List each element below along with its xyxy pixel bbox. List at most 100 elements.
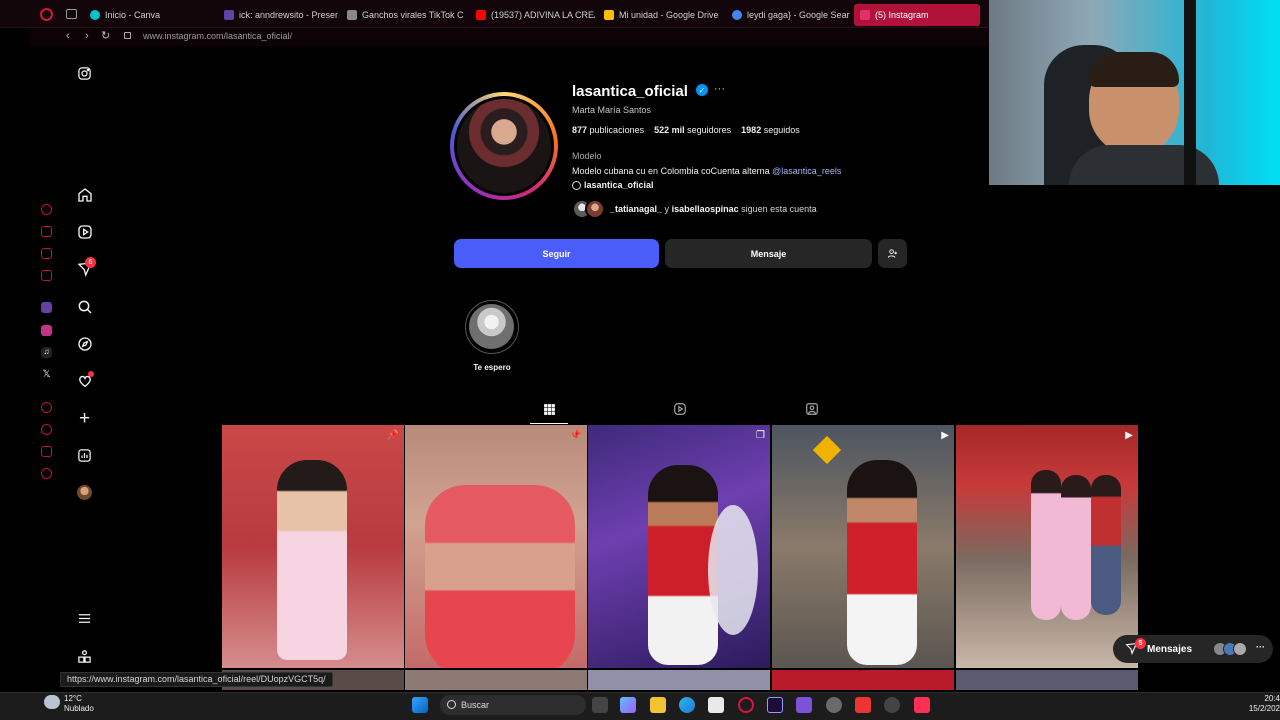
aria-icon[interactable]: [41, 204, 52, 215]
music-icon[interactable]: [41, 270, 52, 281]
tab-canva[interactable]: Inicio - Canva: [84, 4, 214, 26]
app-red-icon[interactable]: [855, 697, 871, 713]
notifications-heart-icon[interactable]: [76, 371, 94, 389]
capcut-icon[interactable]: [914, 697, 930, 713]
post-figure: [1091, 475, 1121, 615]
obs-icon[interactable]: [884, 697, 900, 713]
reel-icon: ▶: [1125, 430, 1133, 441]
dashboard-icon[interactable]: [76, 447, 93, 464]
post-thumbnail[interactable]: ▶: [956, 425, 1138, 668]
post-thumbnail[interactable]: [405, 670, 587, 690]
screen: { "browser": { "tabs": [ {"label": "Inic…: [0, 0, 1280, 720]
weather-icon[interactable]: [44, 695, 60, 709]
app-icon[interactable]: [796, 697, 812, 713]
message-button[interactable]: Mensaje: [665, 239, 872, 268]
create-plus-icon[interactable]: +: [76, 408, 93, 429]
messages-nav-icon[interactable]: 6: [76, 257, 96, 277]
settings-taskbar-icon[interactable]: [826, 697, 842, 713]
tab-twitch-ick[interactable]: ick: anndrewsito - Presen: [218, 4, 338, 26]
store-icon[interactable]: [708, 697, 724, 713]
following-count[interactable]: 1982 seguidos: [741, 125, 800, 135]
windows-start-icon[interactable]: [412, 697, 428, 713]
tab-overview-icon[interactable]: [66, 9, 77, 19]
followed-by[interactable]: _tatianagal_ y isabellaospinac siguen es…: [572, 199, 817, 219]
post-wings: [708, 505, 758, 635]
extensions-icon[interactable]: [41, 446, 52, 457]
reel-icon: ▶: [941, 430, 949, 441]
instagram-logo-icon[interactable]: [76, 65, 93, 82]
premiere-icon[interactable]: [767, 697, 783, 713]
messages-avatars: [1213, 642, 1247, 656]
lock-icon: [124, 32, 131, 39]
more-options-icon[interactable]: ···: [714, 83, 725, 95]
more-apps-icon[interactable]: [76, 648, 93, 665]
profile-bio: Modelo cubana cu en Colombia coCuenta al…: [572, 166, 842, 176]
search-icon: [447, 700, 456, 709]
edge-icon[interactable]: [679, 697, 695, 713]
messenger-icon[interactable]: [41, 248, 52, 259]
url-field[interactable]: www.instagram.com/lasantica_oficial/: [143, 31, 292, 41]
highlight-label: Te espero: [473, 363, 511, 372]
posts-grid-tab[interactable]: [542, 402, 556, 416]
tagged-tab[interactable]: [805, 402, 819, 416]
player-icon[interactable]: [41, 402, 52, 413]
post-thumbnail[interactable]: 📌: [405, 425, 587, 668]
google-icon: [732, 10, 742, 20]
post-thumbnail[interactable]: [588, 670, 770, 690]
tab-instagram[interactable]: (5) Instagram: [854, 4, 980, 26]
twitch-sidebar-icon[interactable]: [41, 302, 52, 313]
pin-icon: 📌: [386, 430, 399, 441]
taskbar-search[interactable]: Buscar: [440, 695, 586, 715]
x-sidebar-icon[interactable]: 𝕏: [41, 369, 52, 380]
messages-badge: 5: [1135, 638, 1146, 649]
tab-youtube[interactable]: (19537) ADIVINA LA CREA: [470, 4, 595, 26]
post-thumbnail[interactable]: ▶: [772, 425, 954, 668]
opera-logo-icon[interactable]: [40, 8, 53, 21]
webcam-person-shirt: [1069, 145, 1219, 185]
instagram-sidebar-icon[interactable]: [41, 325, 52, 336]
profile-picture[interactable]: [450, 92, 558, 200]
threads-link[interactable]: lasantica_oficial: [572, 180, 654, 190]
tiktok-sidebar-icon[interactable]: ♫: [41, 347, 52, 358]
post-thumbnail[interactable]: ❐: [588, 425, 770, 668]
search-icon[interactable]: [76, 298, 93, 315]
posts-count[interactable]: 877 publicaciones: [572, 125, 644, 135]
post-thumbnail[interactable]: [772, 670, 954, 690]
menu-icon[interactable]: [76, 610, 93, 627]
story-highlight[interactable]: [465, 300, 519, 354]
forward-icon[interactable]: ›: [85, 30, 89, 42]
suggested-users-button[interactable]: [878, 239, 907, 268]
reload-icon[interactable]: ↻: [101, 29, 110, 42]
twitch-icon: [224, 10, 234, 20]
home-icon[interactable]: [76, 186, 93, 203]
chatgpt-icon[interactable]: [41, 226, 52, 237]
microphone-arm: [1184, 0, 1196, 185]
profile-avatar[interactable]: [76, 484, 93, 501]
back-icon[interactable]: ‹: [66, 30, 70, 42]
weather-widget[interactable]: 12°C Nublado: [64, 694, 94, 714]
settings-icon[interactable]: [41, 468, 52, 479]
tab-google-search[interactable]: leydi gaga} - Google Sear: [726, 4, 850, 26]
file-explorer-icon[interactable]: [650, 697, 666, 713]
tab-google-drive[interactable]: Mi unidad - Google Drive: [598, 4, 723, 26]
profile-fullname: Marta María Santos: [572, 105, 652, 115]
highlight-cover: [469, 304, 514, 349]
follow-button[interactable]: Seguir: [454, 239, 659, 268]
messages-floating-button[interactable]: 5 Mensajes ···: [1113, 635, 1273, 663]
opera-gx-icon[interactable]: [738, 697, 754, 713]
task-view-icon[interactable]: [592, 697, 608, 713]
system-clock[interactable]: 20:4 15/2/202: [1249, 694, 1280, 714]
reels-icon[interactable]: [76, 223, 93, 240]
profile-photo: [457, 99, 551, 193]
tab-ganchos[interactable]: Ganchos virales TikTok C: [341, 4, 466, 26]
post-thumbnail[interactable]: [956, 670, 1138, 690]
reels-tab[interactable]: [673, 402, 687, 416]
bio-link[interactable]: @lasantica_reels: [772, 166, 841, 176]
copilot-icon[interactable]: [620, 697, 636, 713]
webcam-person-hair: [1089, 52, 1179, 87]
history-icon[interactable]: [41, 424, 52, 435]
explore-icon[interactable]: [76, 335, 93, 352]
followers-count[interactable]: 522 mil seguidores: [654, 125, 731, 135]
post-thumbnail[interactable]: 📌: [222, 425, 404, 668]
verified-badge-icon: ✓: [696, 84, 708, 96]
